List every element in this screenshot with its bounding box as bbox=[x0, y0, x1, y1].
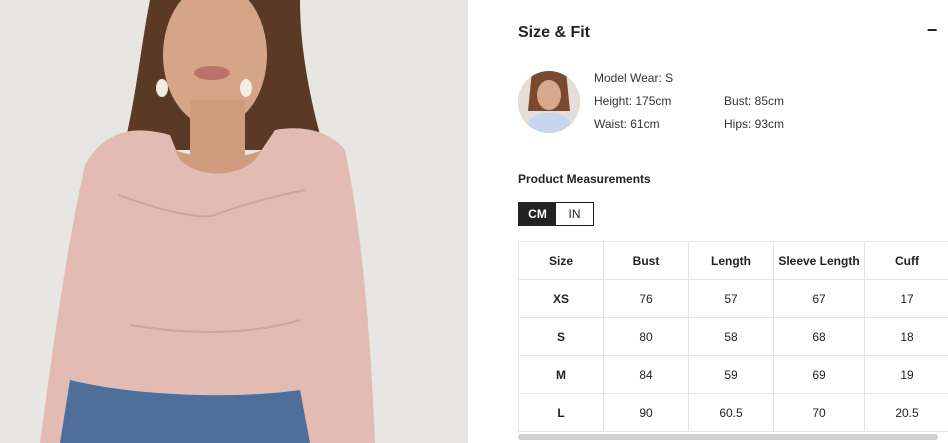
header-sleeve-length: Sleeve Length bbox=[773, 241, 865, 280]
cell-size: S bbox=[518, 317, 604, 356]
cell-bust: 80 bbox=[603, 317, 689, 356]
header-size: Size bbox=[518, 241, 604, 280]
unit-cm-button[interactable]: CM bbox=[519, 203, 556, 225]
cell-size: M bbox=[518, 355, 604, 394]
cell-bust: 76 bbox=[603, 279, 689, 318]
model-bust: Bust: 85cm bbox=[724, 94, 785, 108]
cell-length: 59 bbox=[688, 355, 774, 394]
cell-length: 60.5 bbox=[688, 393, 774, 432]
unit-in-button[interactable]: IN bbox=[556, 203, 593, 225]
table-row: M 84 59 69 19 bbox=[518, 355, 948, 394]
collapse-icon[interactable]: − bbox=[922, 20, 942, 41]
cell-bust: 90 bbox=[603, 393, 689, 432]
table-row: L 90 60.5 70 20.5 bbox=[518, 393, 948, 432]
section-title: Size & Fit bbox=[518, 24, 591, 41]
table-scrollbar[interactable] bbox=[518, 434, 938, 440]
cell-sleeve-length: 67 bbox=[773, 279, 865, 318]
cell-sleeve-length: 70 bbox=[773, 393, 865, 432]
product-photo bbox=[0, 0, 468, 443]
cell-cuff: 19 bbox=[864, 355, 948, 394]
model-height: Height: 175cm bbox=[594, 94, 672, 108]
model-hips: Hips: 93cm bbox=[724, 117, 785, 131]
cell-cuff: 18 bbox=[864, 317, 948, 356]
cell-cuff: 20.5 bbox=[864, 393, 948, 432]
header-length: Length bbox=[688, 241, 774, 280]
cell-sleeve-length: 68 bbox=[773, 317, 865, 356]
measurement-table: Size Bust Length Sleeve Length Cuff XS 7… bbox=[518, 241, 948, 432]
model-avatar bbox=[518, 71, 580, 133]
cell-length: 58 bbox=[688, 317, 774, 356]
table-row: XS 76 57 67 17 bbox=[518, 279, 948, 318]
header-cuff: Cuff bbox=[864, 241, 948, 280]
model-wear: Model Wear: S bbox=[594, 71, 674, 85]
table-header-row: Size Bust Length Sleeve Length Cuff bbox=[518, 241, 948, 280]
table-row: S 80 58 68 18 bbox=[518, 317, 948, 356]
cell-bust: 84 bbox=[603, 355, 689, 394]
cell-size: XS bbox=[518, 279, 604, 318]
cell-size: L bbox=[518, 393, 604, 432]
cell-sleeve-length: 69 bbox=[773, 355, 865, 394]
measurements-title: Product Measurements bbox=[518, 172, 651, 186]
model-waist: Waist: 61cm bbox=[594, 117, 660, 131]
header-bust: Bust bbox=[603, 241, 689, 280]
cell-length: 57 bbox=[688, 279, 774, 318]
size-fit-panel: Size & Fit − Model Wear: S Height: 175cm… bbox=[518, 0, 948, 443]
cell-cuff: 17 bbox=[864, 279, 948, 318]
unit-toggle: CM IN bbox=[518, 202, 594, 226]
measurement-table-wrapper: Size Bust Length Sleeve Length Cuff XS 7… bbox=[518, 241, 948, 437]
